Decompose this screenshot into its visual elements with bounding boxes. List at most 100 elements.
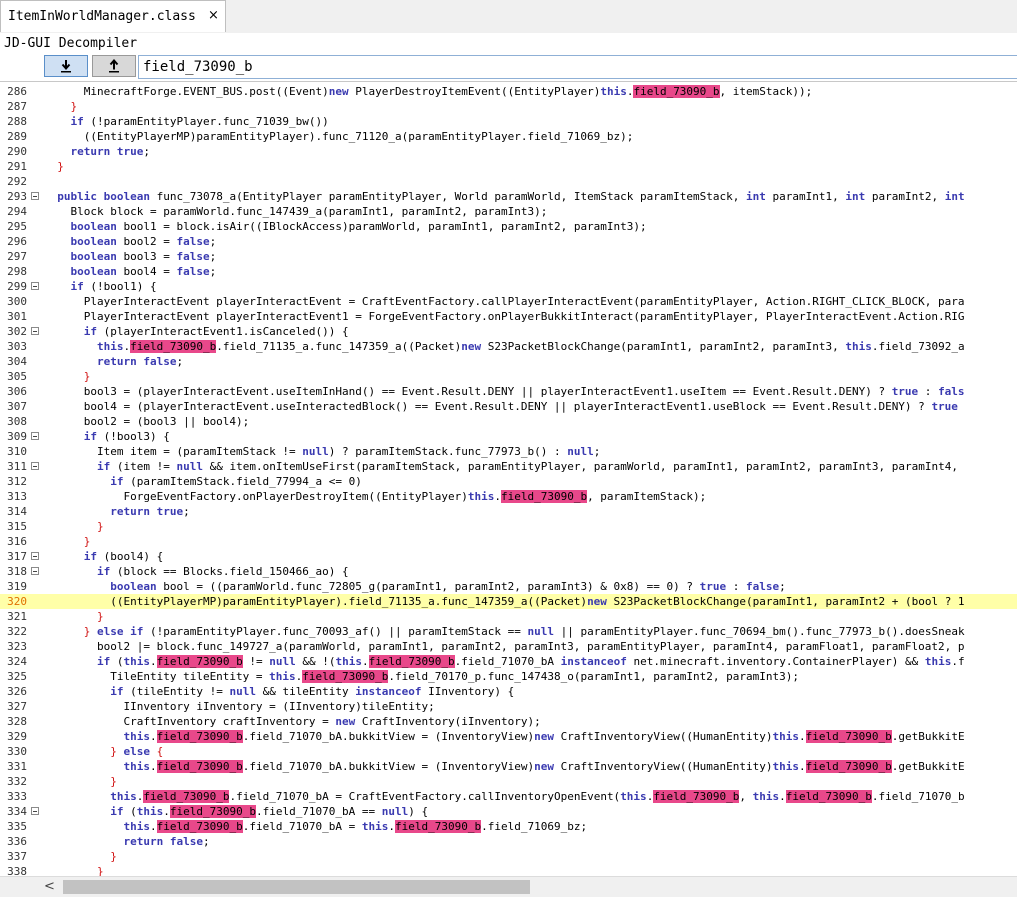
code-line[interactable]: 296 boolean bool2 = false;	[0, 234, 1017, 249]
code-line[interactable]: 301 PlayerInteractEvent playerInteractEv…	[0, 309, 1017, 324]
code-line[interactable]: 319 boolean bool = ((paramWorld.func_728…	[0, 579, 1017, 594]
fold-toggle-icon[interactable]	[31, 462, 39, 470]
code-line[interactable]: 322 } else if (!paramEntityPlayer.func_7…	[0, 624, 1017, 639]
code-line[interactable]: 321 }	[0, 609, 1017, 624]
code-line[interactable]: 332 }	[0, 774, 1017, 789]
code-token: (playerInteractEvent1.isCanceled()) {	[97, 325, 349, 338]
code-line[interactable]: 314 return true;	[0, 504, 1017, 519]
code-token: .field_70170_p.func_147438_o(paramInt1, …	[388, 670, 799, 683]
code-line[interactable]: 327 IInventory iInventory = (IInventory)…	[0, 699, 1017, 714]
code-line[interactable]: 315 }	[0, 519, 1017, 534]
code-line[interactable]: 313 ForgeEventFactory.onPlayerDestroyIte…	[0, 489, 1017, 504]
keyword: null	[229, 685, 256, 698]
code-line[interactable]: 323 bool2 |= block.func_149727_a(paramWo…	[0, 639, 1017, 654]
tab-iteminworldmanager[interactable]: ItemInWorldManager.class ×	[0, 0, 226, 32]
code-line[interactable]: 325 TileEntity tileEntity = this.field_7…	[0, 669, 1017, 684]
code-line[interactable]: 336 return false;	[0, 834, 1017, 849]
fold-toggle-icon[interactable]	[31, 327, 39, 335]
code-token: .getBukkitE	[891, 730, 965, 743]
code-line[interactable]: 324 if (this.field_73090_b != null && !(…	[0, 654, 1017, 669]
code-line[interactable]: 312 if (paramItemStack.field_77994_a <= …	[0, 474, 1017, 489]
code-line[interactable]: 307 bool4 = (playerInteractEvent.useInte…	[0, 399, 1017, 414]
code-line[interactable]: 331 this.field_73090_b.field_71070_bA.bu…	[0, 759, 1017, 774]
keyword: fals	[938, 385, 965, 398]
fold-toggle-icon[interactable]	[31, 552, 39, 560]
code-line[interactable]: 293 public boolean func_73078_a(EntityPl…	[0, 189, 1017, 204]
code-line[interactable]: 290 return true;	[0, 144, 1017, 159]
code-editor[interactable]: 286 MinecraftForge.EVENT_BUS.post((Event…	[0, 81, 1017, 877]
code-text: MinecraftForge.EVENT_BUS.post((Event)new…	[44, 84, 812, 99]
scroll-left-icon[interactable]: <	[44, 879, 55, 894]
line-number: 298	[7, 265, 27, 278]
code-line[interactable]: 330 } else {	[0, 744, 1017, 759]
close-icon[interactable]: ×	[208, 8, 219, 23]
code-line[interactable]: 297 boolean bool3 = false;	[0, 249, 1017, 264]
code-line[interactable]: 287 }	[0, 99, 1017, 114]
code-token: CraftInventoryView((HumanEntity)	[553, 760, 773, 773]
search-match: field_73090_b	[368, 655, 455, 668]
fold-toggle-icon[interactable]	[31, 282, 39, 290]
app-title-bar: JD-GUI Decompiler	[0, 33, 1017, 54]
code-line[interactable]: 308 bool2 = (bool3 || bool4);	[0, 414, 1017, 429]
code-line[interactable]: 288 if (!paramEntityPlayer.func_71039_bw…	[0, 114, 1017, 129]
code-line[interactable]: 305 }	[0, 369, 1017, 384]
code-line[interactable]: 291 }	[0, 159, 1017, 174]
code-token: , paramItemStack);	[587, 490, 707, 503]
search-input[interactable]	[138, 55, 1017, 79]
code-token: (tileEntity !=	[123, 685, 230, 698]
line-number: 325	[7, 670, 27, 683]
code-line[interactable]: 286 MinecraftForge.EVENT_BUS.post((Event…	[0, 84, 1017, 99]
code-line[interactable]: 311 if (item != null && item.onItemUseFi…	[0, 459, 1017, 474]
brace: {	[149, 745, 164, 758]
code-token: :	[918, 385, 939, 398]
horizontal-scrollbar[interactable]: <	[0, 876, 1017, 897]
keyword: int	[944, 190, 965, 203]
code-line[interactable]: 316 }	[0, 534, 1017, 549]
code-line[interactable]: 317 if (bool4) {	[0, 549, 1017, 564]
code-line[interactable]: 289 ((EntityPlayerMP)paramEntityPlayer).…	[0, 129, 1017, 144]
code-line[interactable]: 335 this.field_73090_b.field_71070_bA = …	[0, 819, 1017, 834]
code-line[interactable]: 300 PlayerInteractEvent playerInteractEv…	[0, 294, 1017, 309]
code-line[interactable]: 329 this.field_73090_b.field_71070_bA.bu…	[0, 729, 1017, 744]
code-line[interactable]: 295 boolean bool1 = block.isAir((IBlockA…	[0, 219, 1017, 234]
code-line[interactable]: 302 if (playerInteractEvent1.isCanceled(…	[0, 324, 1017, 339]
code-token: (bool4) {	[97, 550, 164, 563]
keyword: int	[845, 190, 866, 203]
keyword: true	[699, 580, 727, 593]
fold-toggle-icon[interactable]	[31, 567, 39, 575]
code-line[interactable]: 309 if (!bool3) {	[0, 429, 1017, 444]
code-line[interactable]: 318 if (block == Blocks.field_150466_ao)…	[0, 564, 1017, 579]
keyword: boolean	[103, 190, 150, 203]
fold-toggle-icon[interactable]	[31, 807, 39, 815]
search-match: field_73090_b	[633, 85, 720, 98]
line-number: 337	[7, 850, 27, 863]
find-next-button[interactable]	[44, 55, 88, 77]
line-number: 303	[7, 340, 27, 353]
code-line[interactable]: 326 if (tileEntity != null && tileEntity…	[0, 684, 1017, 699]
code-line[interactable]: 328 CraftInventory craftInventory = new …	[0, 714, 1017, 729]
code-line[interactable]: 303 this.field_73090_b.field_71135_a.fun…	[0, 339, 1017, 354]
keyword: if	[110, 805, 124, 818]
code-text: if (block == Blocks.field_150466_ao) {	[44, 564, 349, 579]
fold-toggle-icon[interactable]	[31, 192, 39, 200]
find-previous-button[interactable]	[92, 55, 136, 77]
code-line[interactable]: 299 if (!bool1) {	[0, 279, 1017, 294]
code-line[interactable]: 334 if (this.field_73090_b.field_71070_b…	[0, 804, 1017, 819]
code-line[interactable]: 310 Item item = (paramItemStack != null)…	[0, 444, 1017, 459]
brace: }	[44, 160, 64, 173]
scrollbar-thumb[interactable]	[63, 880, 530, 894]
code-line[interactable]: 333 this.field_73090_b.field_71070_bA = …	[0, 789, 1017, 804]
keyword: null	[176, 460, 203, 473]
code-text: boolean bool2 = false;	[44, 234, 217, 249]
code-token: .	[163, 805, 170, 818]
code-line[interactable]: 294 Block block = paramWorld.func_147439…	[0, 204, 1017, 219]
code-line[interactable]: 306 bool3 = (playerInteractEvent.useItem…	[0, 384, 1017, 399]
code-line[interactable]: 292	[0, 174, 1017, 189]
current-code-line[interactable]: 320 ((EntityPlayerMP)paramEntityPlayer).…	[0, 594, 1017, 609]
fold-toggle-icon[interactable]	[31, 432, 39, 440]
code-line[interactable]: 337 }	[0, 849, 1017, 864]
code-line[interactable]: 298 boolean bool4 = false;	[0, 264, 1017, 279]
code-line[interactable]: 304 return false;	[0, 354, 1017, 369]
